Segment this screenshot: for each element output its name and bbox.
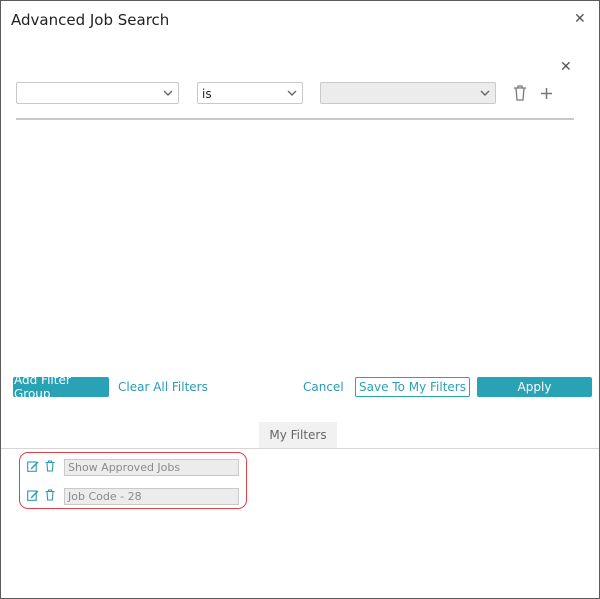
filter-group-divider: [16, 118, 574, 120]
apply-button[interactable]: Apply: [477, 377, 592, 397]
chevron-down-icon: [480, 90, 490, 96]
dialog-title: Advanced Job Search: [11, 11, 170, 29]
tab-my-filters[interactable]: My Filters: [259, 422, 337, 448]
chevron-down-icon: [163, 90, 173, 96]
trash-icon[interactable]: [44, 489, 56, 501]
close-icon[interactable]: ✕: [574, 12, 586, 26]
value-select[interactable]: [320, 82, 496, 104]
clear-all-filters-link[interactable]: Clear All Filters: [118, 380, 208, 394]
cancel-link[interactable]: Cancel: [303, 380, 344, 394]
chevron-down-icon: [287, 90, 297, 96]
trash-icon[interactable]: [44, 460, 56, 472]
tab-divider: [1, 448, 599, 449]
field-select[interactable]: [16, 82, 179, 104]
advanced-job-search-dialog: Advanced Job Search ✕ ✕ is Add Filter Gr…: [0, 0, 600, 599]
add-filter-group-button[interactable]: Add Filter Group: [13, 373, 109, 401]
trash-icon[interactable]: [513, 85, 527, 101]
plus-icon[interactable]: [540, 87, 553, 100]
edit-icon[interactable]: [27, 460, 39, 472]
remove-filter-group-close-icon[interactable]: ✕: [560, 60, 572, 74]
edit-icon[interactable]: [27, 489, 39, 501]
operator-select[interactable]: is: [197, 82, 303, 104]
saved-filter-name[interactable]: Show Approved Jobs: [64, 459, 239, 476]
saved-filter-name[interactable]: Job Code - 28: [64, 488, 239, 505]
save-to-my-filters-button[interactable]: Save To My Filters: [355, 377, 470, 397]
operator-select-value: is: [202, 87, 212, 101]
